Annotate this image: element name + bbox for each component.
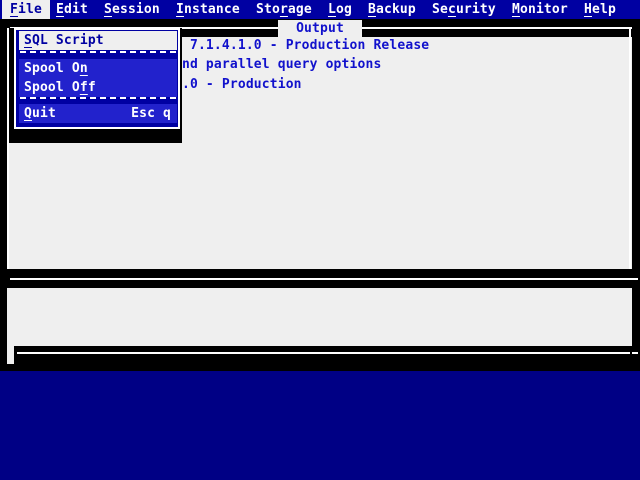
- menubar-item-security[interactable]: Security: [432, 0, 496, 19]
- file-menu-separator-2: [20, 97, 176, 99]
- input-window-bottom-border-corner-dash: [632, 352, 638, 354]
- menu-item-spool-on[interactable]: Spool On: [19, 59, 177, 78]
- menubar-item-log[interactable]: Log: [328, 0, 352, 19]
- screen-background-footer: [0, 371, 640, 480]
- menubar-item-file[interactable]: File: [2, 0, 50, 19]
- menu-item-quit[interactable]: QuitEsc q: [19, 104, 177, 123]
- menubar-item-session[interactable]: Session: [104, 0, 160, 19]
- menubar-item-storage[interactable]: Storage: [256, 0, 312, 19]
- output-line-3: .0 - Production: [182, 77, 302, 96]
- menubar: File Edit Session Instance Storage Log B…: [0, 0, 640, 19]
- input-window-bottom-border-line: [17, 352, 630, 354]
- file-menu-separator-1: [20, 51, 176, 53]
- menubar-item-backup[interactable]: Backup: [368, 0, 416, 19]
- output-window-title: Output: [278, 20, 362, 37]
- menu-item-sql-script[interactable]: SQL Script: [19, 31, 177, 50]
- menubar-item-edit[interactable]: Edit: [56, 0, 88, 19]
- menubar-item-help[interactable]: Help: [584, 0, 616, 19]
- screen: File Edit Session Instance Storage Log B…: [0, 0, 640, 480]
- output-line-2: nd parallel query options: [182, 57, 381, 76]
- output-window-bottom-border-line: [10, 278, 638, 280]
- bottom-black-strip: [0, 364, 640, 371]
- input-window-body[interactable]: [7, 288, 632, 348]
- output-line-1: 7.1.4.1.0 - Production Release: [182, 38, 429, 57]
- screen-left-margin: [0, 19, 7, 371]
- menu-item-quit-shortcut: Esc q: [131, 104, 171, 123]
- menubar-item-monitor[interactable]: Monitor: [512, 0, 568, 19]
- screen-right-margin: [632, 19, 640, 371]
- input-window-bottom-border: [14, 346, 640, 364]
- menubar-item-instance[interactable]: Instance: [176, 0, 240, 19]
- menu-item-spool-off[interactable]: Spool Off: [19, 78, 177, 97]
- output-window-right-border-line: [629, 28, 631, 280]
